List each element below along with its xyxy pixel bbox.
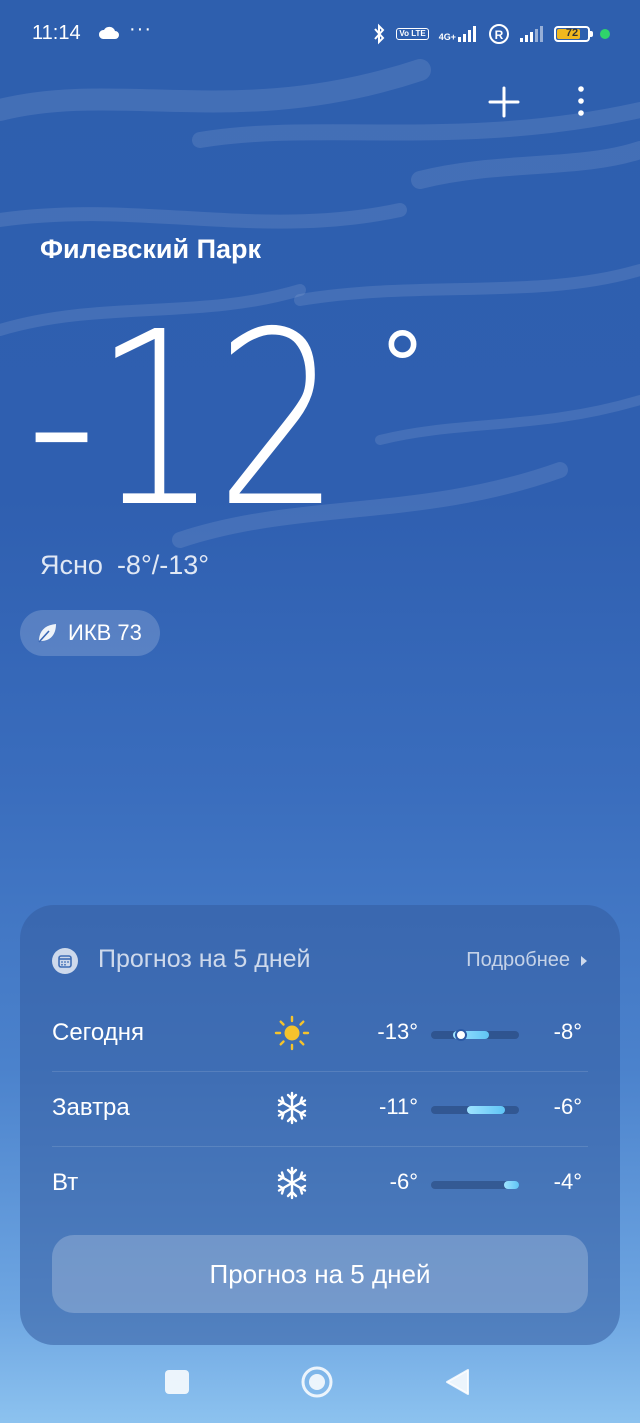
forecast-max: -8°	[553, 1019, 582, 1044]
home-button[interactable]	[300, 1365, 334, 1399]
leaf-icon	[38, 624, 56, 643]
back-button[interactable]	[444, 1368, 470, 1396]
forecast-day: Сегодня	[52, 1019, 144, 1046]
status-icons: Vo LTE 4G+ R 72	[372, 22, 610, 46]
snowflake-icon	[277, 1166, 307, 1200]
forecast-card: Прогноз на 5 дней Подробнее Сегодня -13°	[20, 905, 620, 1345]
forecast-row-tomorrow[interactable]: Завтра -11° -6°	[52, 1072, 588, 1147]
more-link[interactable]: Подробнее	[466, 949, 588, 972]
temperature-unit: °	[380, 314, 425, 419]
calendar-icon	[52, 948, 78, 974]
forecast-row-tuesday[interactable]: Вт -6° -4°	[52, 1147, 588, 1221]
battery-icon: 72	[554, 26, 593, 42]
forecast-day: Завтра	[52, 1094, 130, 1121]
signal-icon	[458, 26, 476, 42]
chevron-right-icon	[581, 955, 587, 966]
more-vertical-icon[interactable]	[566, 84, 596, 120]
forecast-day: Вт	[52, 1169, 79, 1196]
more-label: Подробнее	[466, 949, 570, 971]
current-temperature: -12	[26, 280, 341, 560]
snowflake-icon	[277, 1091, 307, 1125]
aqi-label: ИКВ 73	[68, 620, 142, 645]
svg-text:R: R	[495, 28, 504, 42]
status-time: 11:14	[32, 22, 81, 44]
bluetooth-icon	[374, 23, 385, 45]
recent-apps-button[interactable]	[165, 1370, 189, 1394]
forecast-max: -4°	[553, 1169, 582, 1194]
roaming-icon: R	[489, 24, 509, 44]
notification-dots: ···	[129, 18, 152, 40]
condition-line: Ясно -8°/-13°	[40, 550, 209, 581]
location-name[interactable]: Филевский Парк	[40, 234, 261, 265]
volte-badge: Vo LTE	[396, 28, 429, 40]
privacy-indicator	[600, 29, 610, 39]
forecast-min: -13°	[377, 1019, 418, 1044]
network-type: 4G+	[438, 32, 456, 42]
status-bar: 11:14 ··· Vo LTE 4G+ R 72	[0, 0, 640, 68]
forecast-max: -6°	[553, 1094, 582, 1119]
battery-level: 72	[565, 27, 579, 39]
sun-icon	[274, 1015, 310, 1051]
forecast-min: -6°	[389, 1169, 418, 1194]
signal-icon-2	[520, 26, 543, 42]
temperature-range: -8°/-13°	[116, 550, 210, 580]
temperature-bar	[431, 1181, 519, 1189]
temperature-bar	[431, 1029, 519, 1041]
forecast-row-today[interactable]: Сегодня -13° -8°	[52, 997, 588, 1072]
forecast-list: Сегодня -13° -8° Завтра -11° -6° Вт -6° …	[52, 997, 588, 1221]
aqi-badge[interactable]: ИКВ 73	[20, 610, 160, 656]
forecast-title: Прогноз на 5 дней	[98, 945, 311, 973]
condition-text: Ясно	[40, 550, 103, 580]
five-day-forecast-button[interactable]: Прогноз на 5 дней	[52, 1235, 588, 1313]
plus-icon[interactable]	[486, 84, 522, 120]
forecast-header: Прогноз на 5 дней Подробнее	[52, 945, 588, 979]
cloud-icon	[98, 26, 119, 39]
temperature-bar	[431, 1106, 519, 1114]
forecast-min: -11°	[379, 1094, 418, 1119]
